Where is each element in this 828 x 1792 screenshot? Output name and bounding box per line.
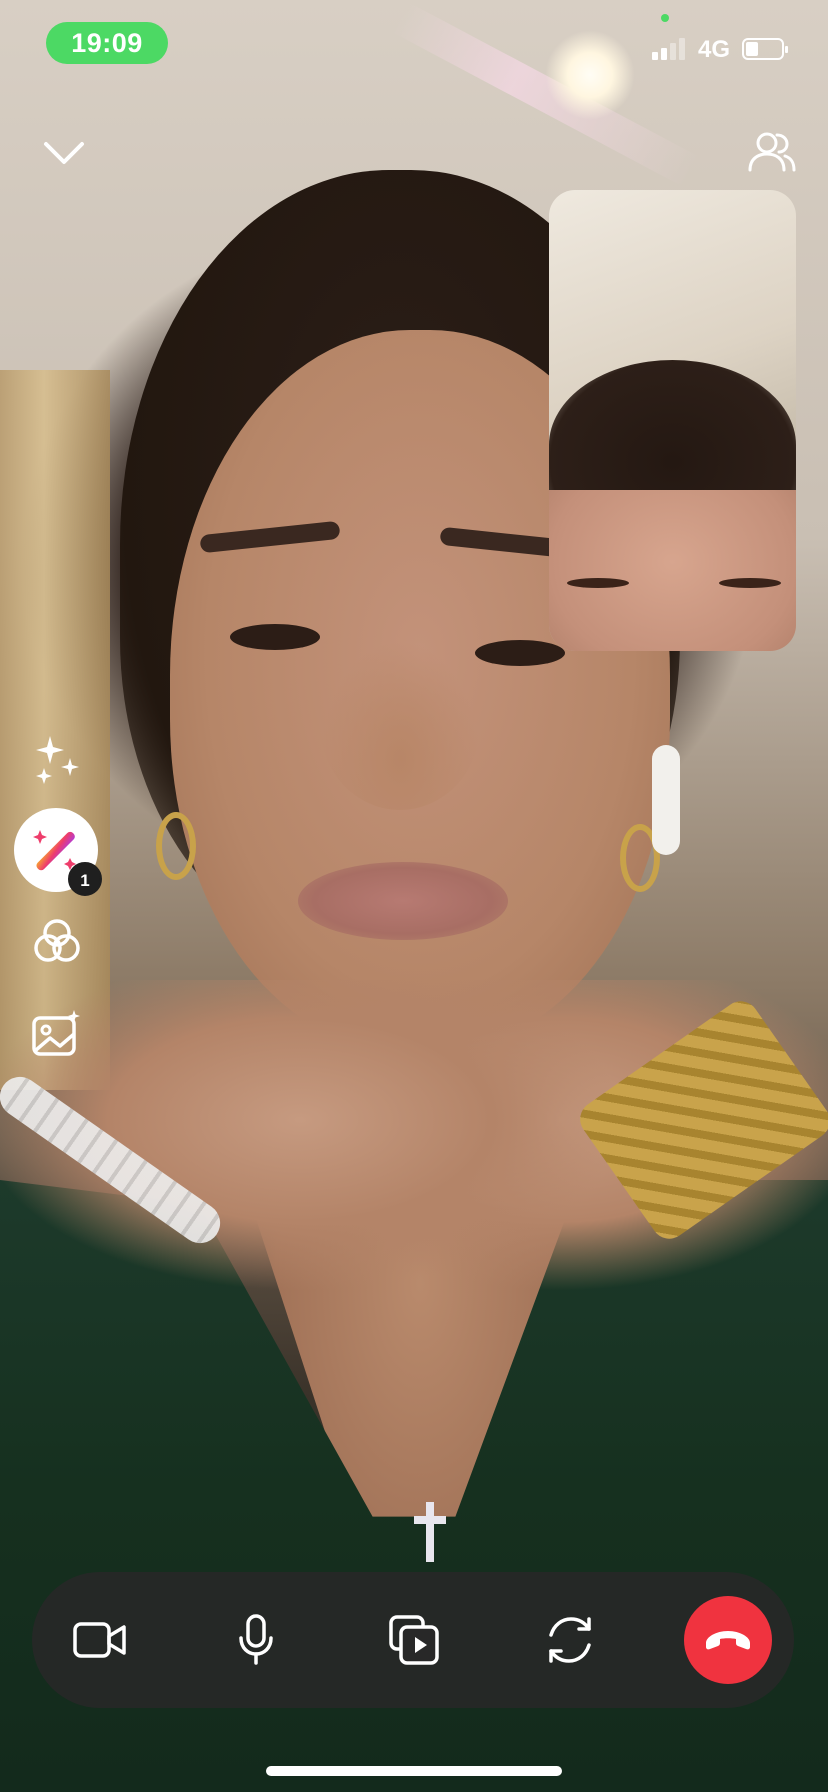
mute-button[interactable] xyxy=(216,1600,296,1680)
cellular-signal-icon xyxy=(652,36,690,60)
background-button[interactable] xyxy=(26,1004,86,1064)
chevron-down-icon xyxy=(44,142,84,164)
ar-effect-button[interactable]: 1 xyxy=(14,808,102,896)
self-view-video[interactable] xyxy=(549,190,796,651)
background-image-icon xyxy=(32,1010,80,1056)
end-call-button[interactable] xyxy=(684,1596,772,1684)
battery-level xyxy=(746,42,758,56)
self-view-left-eye xyxy=(567,578,629,588)
microphone-icon xyxy=(239,1614,273,1665)
media-share-icon xyxy=(389,1615,439,1665)
signal-bar xyxy=(652,52,658,60)
signal-bar xyxy=(679,38,685,60)
self-view-right-eye xyxy=(719,578,781,588)
signal-bar xyxy=(661,48,667,60)
status-time[interactable]: 19:09 xyxy=(46,22,168,64)
video-toggle-button[interactable] xyxy=(60,1600,140,1680)
share-media-button[interactable] xyxy=(374,1600,454,1680)
filters-icon xyxy=(34,919,80,962)
camera-in-use-indicator xyxy=(661,14,669,22)
video-camera-icon xyxy=(73,1622,126,1658)
self-view-face xyxy=(549,490,796,651)
lips xyxy=(298,862,508,940)
left-eye xyxy=(230,624,320,650)
home-indicator[interactable] xyxy=(266,1766,562,1776)
network-type: 4G xyxy=(698,36,731,63)
end-call-icon xyxy=(706,1631,750,1650)
participants-button[interactable] xyxy=(742,124,802,180)
left-earring xyxy=(156,812,196,880)
filters-button[interactable] xyxy=(28,912,86,970)
sparkles-icon xyxy=(36,736,79,784)
signal-bar xyxy=(670,43,676,60)
flip-camera-icon xyxy=(549,1617,591,1663)
people-icon xyxy=(748,132,796,172)
cross-necklace xyxy=(414,1502,446,1562)
nose xyxy=(320,640,480,810)
collapse-call-button[interactable] xyxy=(36,126,92,182)
ceiling-light xyxy=(545,30,635,120)
earbud xyxy=(652,745,680,855)
effect-count-badge: 1 xyxy=(68,862,102,896)
flip-camera-button[interactable] xyxy=(530,1600,610,1680)
effects-button[interactable] xyxy=(28,728,88,788)
light-glare-streak xyxy=(392,1,700,187)
battery-icon xyxy=(742,38,788,60)
